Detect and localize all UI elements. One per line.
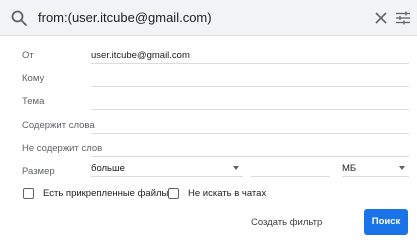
size-unit-select[interactable]: МБ	[342, 161, 409, 177]
create-filter-button[interactable]: Создать фильтр	[251, 217, 322, 228]
has-words-field[interactable]	[91, 118, 409, 134]
exclude-chats-checkbox[interactable]	[168, 188, 179, 199]
exclude-chats-label: Не искать в чатах	[188, 188, 267, 199]
search-icon[interactable]	[10, 9, 28, 27]
search-bar[interactable]: from:(user.itcube@gmail.com)	[0, 0, 417, 36]
size-operator-value: больше	[91, 163, 125, 174]
from-label: От	[22, 50, 34, 61]
chevron-down-icon	[399, 166, 405, 170]
has-words-label: Содержит слова	[22, 120, 95, 131]
has-attachment-checkbox[interactable]	[23, 188, 34, 199]
size-label: Размер	[22, 166, 55, 177]
subject-field[interactable]	[91, 94, 409, 110]
size-unit-value: МБ	[342, 163, 357, 174]
from-field[interactable]: user.itcube@gmail.com	[91, 48, 409, 64]
search-button[interactable]: Поиск	[364, 209, 408, 235]
chevron-down-icon	[233, 166, 239, 170]
not-words-field[interactable]	[91, 141, 409, 157]
close-icon[interactable]	[374, 11, 388, 25]
size-value-input[interactable]	[251, 161, 330, 177]
advanced-search-panel: От user.itcube@gmail.com Кому Тема Содер…	[0, 36, 417, 240]
size-operator-select[interactable]: больше	[91, 161, 243, 177]
tune-icon[interactable]	[395, 10, 411, 26]
subject-label: Тема	[22, 96, 45, 107]
to-field[interactable]	[91, 71, 409, 87]
has-attachment-label: Есть прикрепленные файлы	[43, 188, 169, 199]
search-query[interactable]: from:(user.itcube@gmail.com)	[38, 10, 212, 25]
to-label: Кому	[22, 73, 45, 84]
